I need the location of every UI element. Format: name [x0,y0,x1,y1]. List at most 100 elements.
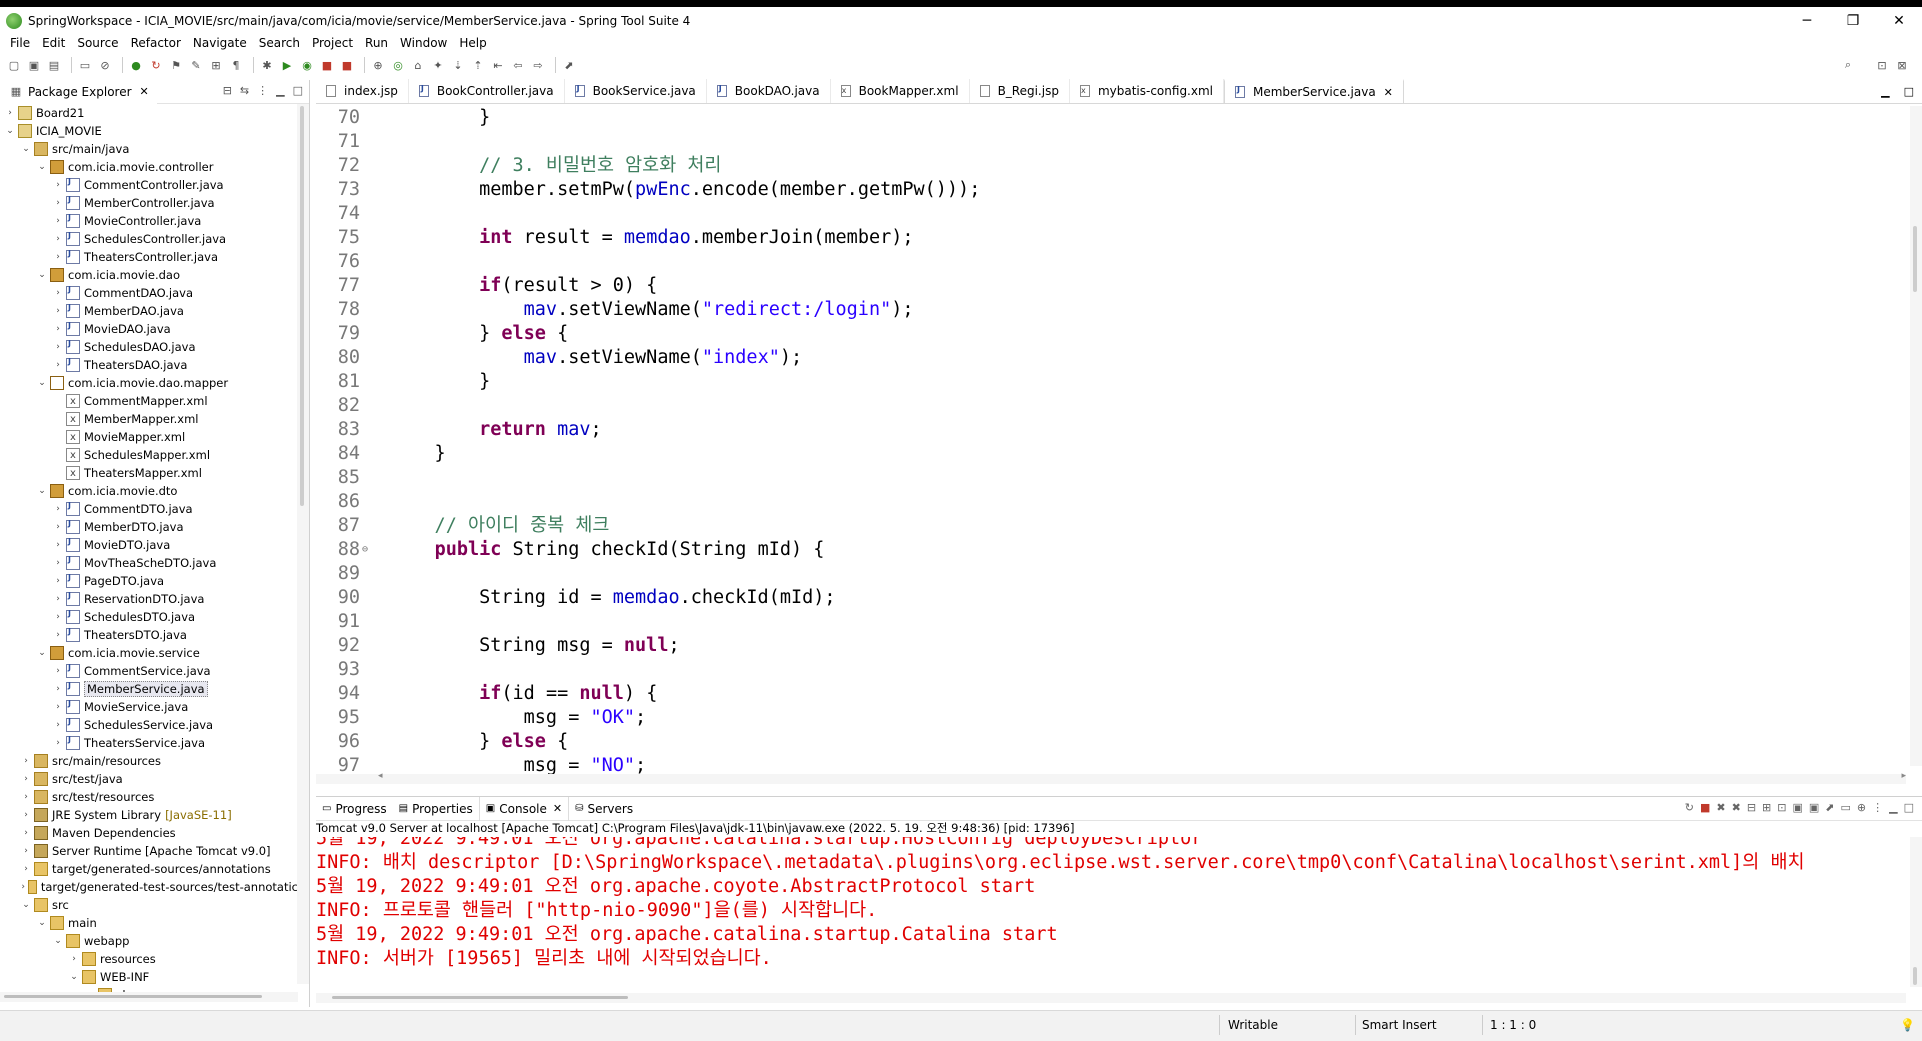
search-icon[interactable]: ⌕ [1840,57,1856,73]
tree-item[interactable]: ⌄ com.icia.movie.service [0,644,298,662]
tree-item[interactable]: ⌄ src [0,896,298,914]
collapse-arrow-icon[interactable]: ⌄ [20,144,32,154]
expand-arrow-icon[interactable]: › [52,738,64,748]
tree-item[interactable]: x MovieMapper.xml [0,428,298,446]
console-horizontal-scrollbar[interactable] [316,993,1906,1003]
tree-item[interactable]: › MovieController.java [0,212,298,230]
new-java-package-icon[interactable]: ⊕ [370,57,386,73]
block-selection-icon[interactable]: ⊞ [208,57,224,73]
expand-arrow-icon[interactable]: › [68,954,80,964]
tree-item[interactable]: › Board21 [0,104,298,122]
mark-occurrences-icon[interactable]: ✎ [188,57,204,73]
collapse-arrow-icon[interactable]: ⌄ [4,126,16,136]
tree-item[interactable]: › MemberDTO.java [0,518,298,536]
debug-icon[interactable]: ✱ [259,57,275,73]
save-icon[interactable]: ▣ [26,57,42,73]
scroll-lock-icon[interactable]: ⊞ [1762,801,1771,814]
expand-arrow-icon[interactable]: › [20,792,32,802]
collapse-arrow-icon[interactable]: ⌄ [36,378,48,388]
terminate-icon[interactable]: ■ [339,57,355,73]
menu-search[interactable]: Search [253,36,306,50]
tree-item[interactable]: › target/generated-test-sources/test-anno… [0,878,298,896]
editor-tab-index-jsp[interactable]: index.jsp [316,79,409,103]
tree-item[interactable]: › SchedulesController.java [0,230,298,248]
scroll-thumb[interactable] [1913,967,1917,985]
tree-item[interactable]: › MovTheaScheDTO.java [0,554,298,572]
tree-item[interactable]: › src/main/resources [0,752,298,770]
tree-item[interactable]: › SchedulesService.java [0,716,298,734]
view-menu-icon[interactable]: ⋮ [257,84,268,97]
tree-item[interactable]: x SchedulesMapper.xml [0,446,298,464]
spring-boot-icon[interactable]: ● [128,57,144,73]
editor-horizontal-scrollbar[interactable]: ◂ ▸ [316,771,1906,784]
expand-arrow-icon[interactable]: › [52,702,64,712]
open-task-icon[interactable]: ⌂ [410,57,426,73]
minimize-view-icon[interactable]: ▁ [1881,85,1889,98]
tree-item[interactable]: x TheatersMapper.xml [0,464,298,482]
tree-item[interactable]: › CommentDTO.java [0,500,298,518]
tree-item[interactable]: › JRE System Library [JavaSE-11] [0,806,298,824]
open-type-icon[interactable]: ⚑ [168,57,184,73]
tree-item[interactable]: › MovieService.java [0,698,298,716]
collapse-arrow-icon[interactable]: ⌄ [20,900,32,910]
expand-arrow-icon[interactable]: › [52,180,64,190]
tree-item[interactable]: › MemberDAO.java [0,302,298,320]
tree-item[interactable]: ⌄ ICIA_MOVIE [0,122,298,140]
expand-arrow-icon[interactable]: › [52,234,64,244]
tree-item[interactable]: › ReservationDTO.java [0,590,298,608]
tree-item[interactable]: › MemberController.java [0,194,298,212]
annotation-prev-icon[interactable]: ⇡ [470,57,486,73]
expand-arrow-icon[interactable]: › [52,306,64,316]
editor-vertical-scrollbar[interactable] [1910,106,1922,766]
collapse-arrow-icon[interactable]: ⌄ [36,162,48,172]
java-perspective-icon[interactable]: ⊠ [1894,57,1910,73]
tree-item[interactable]: › TheatersDAO.java [0,356,298,374]
tree-item[interactable]: ⌄ com.icia.movie.dao [0,266,298,284]
refresh-icon[interactable]: ↻ [148,57,164,73]
console-output[interactable]: 5월 19, 2022 9:49:01 오전 org.apache.catali… [316,837,1906,987]
word-wrap-icon[interactable]: ⊡ [1777,801,1786,814]
tab-properties[interactable]: ▤ Properties [393,797,479,821]
explorer-vertical-scrollbar[interactable] [297,104,309,984]
expand-arrow-icon[interactable]: › [52,666,64,676]
expand-arrow-icon[interactable]: › [52,720,64,730]
editor-tab-memberservice-java[interactable]: MemberService.java ✕ [1224,79,1404,103]
minimize-button[interactable]: ─ [1784,7,1830,35]
forward-icon[interactable]: ⇨ [530,57,546,73]
expand-arrow-icon[interactable]: › [52,288,64,298]
menu-source[interactable]: Source [71,36,124,50]
back-icon[interactable]: ⇦ [510,57,526,73]
close-icon[interactable]: ✕ [1384,86,1393,99]
expand-arrow-icon[interactable]: › [52,342,64,352]
expand-arrow-icon[interactable]: › [52,504,64,514]
expand-arrow-icon[interactable]: › [20,882,26,892]
tree-item[interactable]: ⌄ com.icia.movie.controller [0,158,298,176]
new-java-class-icon[interactable]: ◎ [390,57,406,73]
tree-item[interactable]: › MovieDTO.java [0,536,298,554]
insert-mode-status[interactable]: Smart Insert [1362,1018,1437,1032]
remove-all-icon[interactable]: ✖ [1732,801,1741,814]
tree-item[interactable]: › resources [0,950,298,968]
tree-item[interactable]: › CommentDAO.java [0,284,298,302]
tree-item[interactable]: › CommentService.java [0,662,298,680]
collapse-arrow-icon[interactable]: ⌄ [36,918,48,928]
editor-tab-bookcontroller-java[interactable]: BookController.java [409,79,565,103]
explorer-horizontal-scrollbar[interactable] [0,992,298,1002]
menu-help[interactable]: Help [453,36,492,50]
expand-arrow-icon[interactable]: › [52,324,64,334]
terminate-icon[interactable]: ■ [1700,801,1710,814]
minimize-view-icon[interactable]: ▁ [1889,801,1897,814]
run-external-icon[interactable]: ◉ [299,57,315,73]
editor-tab-bookservice-java[interactable]: BookService.java [565,79,707,103]
stop-icon[interactable]: ■ [319,57,335,73]
pin-console-icon[interactable]: ⬈ [1825,801,1834,814]
tab-console[interactable]: ▣ Console ✕ [478,796,570,821]
display-console-icon[interactable]: ▭ [1841,801,1851,814]
tab-servers[interactable]: ⛁ Servers [569,797,639,821]
code-text-area[interactable]: 70 } 71 72 // 3. 비밀번호 암호화 처리 73 member.setm… [316,106,1906,774]
expand-arrow-icon[interactable]: › [52,576,64,586]
expand-arrow-icon[interactable]: › [52,630,64,640]
expand-arrow-icon[interactable]: › [20,864,32,874]
expand-arrow-icon[interactable]: › [52,684,64,694]
tree-item[interactable]: ⌄ com.icia.movie.dto [0,482,298,500]
